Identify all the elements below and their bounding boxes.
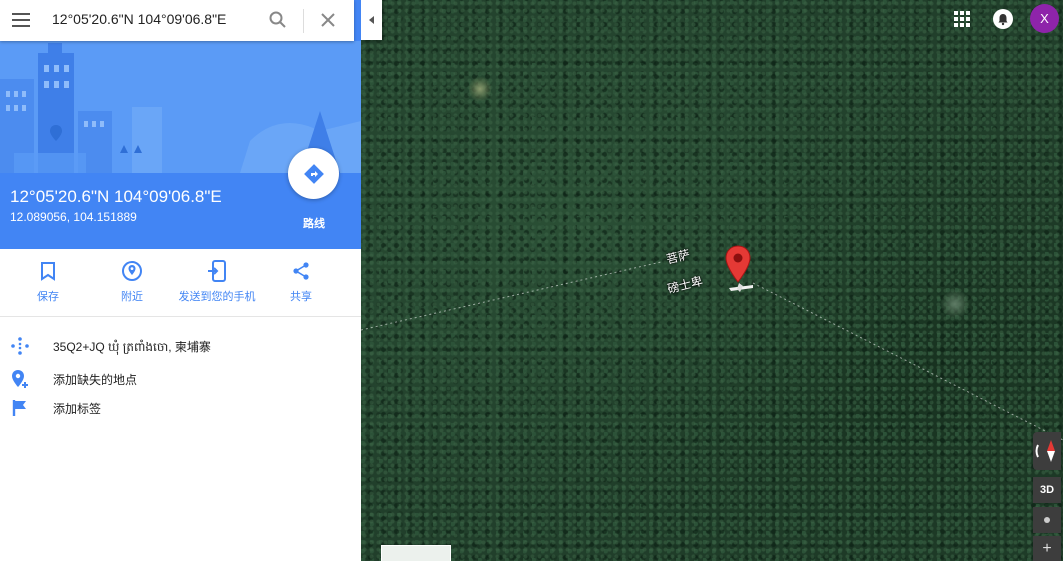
directions-icon: [303, 163, 324, 184]
avatar[interactable]: X: [1030, 4, 1059, 33]
place-title: 12°05'20.6"N 104°09'06.8"E: [10, 187, 222, 206]
add-missing-place-text: 添加缺失的地点: [53, 373, 138, 387]
satellite-map[interactable]: 菩萨 磅士卑 X 3D +: [361, 0, 1063, 561]
my-location-button[interactable]: [1033, 507, 1061, 533]
save-label: 保存: [37, 291, 59, 303]
close-icon[interactable]: [320, 12, 336, 28]
collapse-panel-button[interactable]: [361, 0, 382, 40]
add-label-text: 添加标签: [53, 402, 102, 416]
action-bar: 保存 附近 发送到您的手机 共享: [0, 249, 361, 317]
share-icon: [293, 262, 309, 280]
search-divider: [303, 9, 304, 33]
nearby-icon: [122, 261, 142, 281]
share-label: 共享: [290, 291, 312, 303]
clearing: [941, 290, 969, 318]
search-input[interactable]: [52, 11, 252, 27]
boundary-lines: [361, 261, 1063, 441]
notifications-bell-icon[interactable]: [993, 9, 1013, 29]
place-header: 12°05'20.6"N 104°09'06.8"E 12.089056, 10…: [0, 0, 361, 249]
send-to-phone-button[interactable]: 发送到您的手机: [176, 259, 258, 304]
directions-label[interactable]: 路线: [289, 215, 339, 231]
nearby-button[interactable]: 附近: [114, 259, 150, 304]
compass-control[interactable]: [1033, 432, 1061, 470]
plus-code-row[interactable]: 35Q2+JQ ឃុំ ត្រពាំងចោ, 柬埔寨: [0, 333, 361, 359]
nearby-label: 附近: [121, 291, 143, 303]
save-button[interactable]: 保存: [30, 259, 66, 304]
plus-code-icon: [11, 337, 29, 355]
add-place-icon: [12, 370, 28, 388]
search-icon[interactable]: [268, 10, 288, 30]
search-bar: [0, 0, 354, 41]
add-missing-place-row[interactable]: 添加缺失的地点: [0, 366, 361, 392]
plane-wreck-icon: [729, 283, 753, 292]
caret-left-icon: [368, 16, 374, 24]
menu-icon[interactable]: [12, 13, 30, 27]
add-label-row[interactable]: 添加标签: [0, 395, 361, 421]
send-to-phone-label: 发送到您的手机: [178, 291, 256, 303]
location-dot-icon: [1044, 517, 1050, 523]
clearing: [469, 76, 491, 102]
location-pin-icon[interactable]: [725, 245, 751, 283]
share-button[interactable]: 共享: [284, 259, 318, 304]
compass-icon: [1035, 440, 1055, 462]
apps-grid-icon[interactable]: [953, 10, 971, 28]
layers-thumbnail[interactable]: [381, 545, 451, 561]
directions-button[interactable]: [288, 148, 339, 199]
3d-toggle-button[interactable]: 3D: [1033, 477, 1061, 503]
plus-code-text: 35Q2+JQ ឃុំ ត្រពាំងចោ, 柬埔寨: [53, 340, 211, 354]
send-to-phone-icon: [208, 260, 226, 282]
decimal-coordinates: 12.089056, 104.151889: [10, 210, 137, 224]
zoom-in-button[interactable]: +: [1033, 536, 1061, 561]
side-panel: 12°05'20.6"N 104°09'06.8"E 12.089056, 10…: [0, 0, 361, 561]
bookmark-icon: [41, 262, 55, 281]
flag-icon: [12, 400, 26, 416]
